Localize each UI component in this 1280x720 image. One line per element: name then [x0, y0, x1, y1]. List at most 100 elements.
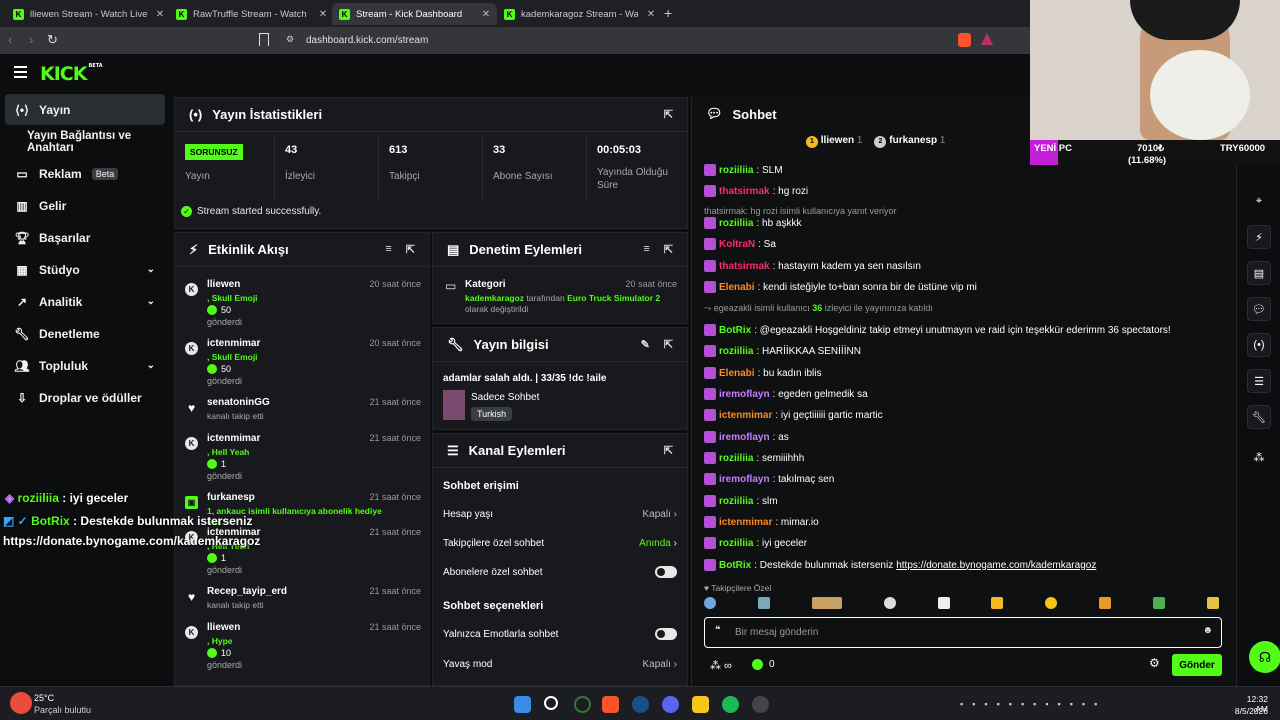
send-button[interactable]: Gönder [1172, 654, 1222, 676]
close-tab-icon[interactable]: ✕ [644, 9, 658, 20]
account-age-row[interactable]: Hesap yaşı Kapalı › [443, 504, 677, 524]
chat-username[interactable]: iremoflayn [719, 432, 770, 443]
browser-tab-active[interactable]: K Stream - Kick Dashboard ✕ [332, 3, 497, 25]
chat-username[interactable]: thatsirmak [719, 261, 770, 272]
brave-shield-icon[interactable] [958, 33, 971, 47]
chat-username[interactable]: roziiliia [719, 218, 753, 229]
layout-icon[interactable]: ☰ [1247, 369, 1271, 393]
chat-username[interactable]: ictenmimar [719, 410, 772, 421]
chat-username[interactable]: iremoflayn [719, 389, 770, 400]
system-tray[interactable]: ▪▪▪▪▪▪▪▪▪▪▪▪ [960, 699, 1106, 709]
users-icon[interactable]: ⁂ [1247, 445, 1271, 469]
chat-username[interactable]: thatsirmak [719, 186, 770, 197]
chat-username[interactable]: BotRix [719, 325, 751, 336]
sidebar-item-ads[interactable]: ▭ Reklam Beta [5, 158, 165, 189]
chat-username[interactable]: BotRix [719, 560, 751, 571]
sidebar-item-studio[interactable]: ▦ Stüdyo ⌄ [5, 254, 165, 285]
forward-icon[interactable]: › [29, 32, 33, 47]
brave-icon[interactable] [602, 696, 619, 713]
chat-username[interactable]: iremoflayn [719, 474, 770, 485]
emote-icon[interactable] [991, 597, 1004, 609]
emote-icon[interactable] [757, 597, 770, 609]
chat-username[interactable]: roziiliia [719, 346, 753, 357]
steam-icon[interactable] [632, 696, 649, 713]
emote-icon[interactable] [704, 597, 716, 609]
sidebar-item-moderation[interactable]: 🔧︎ Denetleme [5, 318, 165, 349]
popout-icon[interactable]: ⇱ [664, 108, 673, 121]
badge-icon [704, 452, 716, 464]
document-icon[interactable]: ▤ [1247, 261, 1271, 285]
popout-icon[interactable]: ⇱ [664, 444, 673, 457]
emote-icon[interactable] [1206, 597, 1219, 609]
sidebar-item-analytics[interactable]: ↗ Analitik ⌄ [5, 286, 165, 317]
search-icon[interactable] [544, 696, 558, 710]
chat-username[interactable]: KoltraN [719, 239, 755, 250]
close-tab-icon[interactable]: ✕ [316, 9, 330, 20]
new-tab-icon[interactable]: + [664, 5, 672, 21]
chat-username[interactable]: roziiliia [719, 496, 753, 507]
filter-icon[interactable]: ≡ [643, 243, 649, 256]
sidebar-item-revenue[interactable]: ▥ Gelir [5, 190, 165, 221]
browser-tab[interactable]: Kkademkaragoz Stream - Watch Li✕ [497, 3, 662, 25]
popout-icon[interactable]: ⇱ [664, 338, 673, 351]
chat-username[interactable]: Elenabi [719, 282, 755, 293]
url-field[interactable]: ⚙ dashboard.kick.com/stream [278, 31, 998, 50]
sidebar-item-community[interactable]: 👥︎ Topluluk ⌄ [5, 350, 165, 381]
edit-icon[interactable]: ✎ [641, 338, 650, 351]
chat-settings-icon[interactable]: ⚙ [1149, 656, 1160, 670]
slow-mode-row[interactable]: Yavaş mod Kapalı › [443, 654, 677, 674]
chat-input[interactable]: ❝ Bir mesaj gönderin ☻ [704, 617, 1222, 648]
points-display[interactable]: 0 [752, 659, 775, 670]
close-tab-icon[interactable]: ✕ [153, 9, 167, 20]
bolt-icon[interactable]: ⚡︎ [1247, 225, 1271, 249]
support-icon[interactable]: ☊ [1249, 641, 1280, 673]
spotify-icon[interactable] [722, 696, 739, 713]
back-icon[interactable]: ‹ [8, 32, 12, 47]
emote-icon[interactable] [937, 597, 950, 609]
menu-icon[interactable] [14, 66, 27, 68]
browser-tab[interactable]: Klliewen Stream - Watch Live on K✕ [6, 3, 171, 25]
sidebar-item-stream-key[interactable]: Yayın Bağlantısı ve Anahtarı [5, 126, 165, 157]
grid-icon[interactable]: ⌖ [1247, 189, 1271, 213]
right-toolbar: ⌖ ⚡︎ ▤ 💬︎ (•) ☰ 🔧︎ ⁂ ☊ [1236, 165, 1280, 686]
emote-icon[interactable] [1099, 597, 1112, 609]
windows-start-icon[interactable] [514, 696, 531, 713]
kick-logo[interactable]: KICK BETA [40, 63, 103, 85]
popout-icon[interactable]: ⇱ [406, 243, 415, 256]
browser-tab[interactable]: KRawTruffle Stream - Watch Live o✕ [169, 3, 334, 25]
chat-icon[interactable]: 💬︎ [1247, 297, 1271, 321]
bookmark-icon[interactable] [259, 33, 269, 46]
emote-icon[interactable] [883, 597, 896, 609]
emote-icon[interactable] [1153, 597, 1165, 609]
sidebar-item-stream[interactable]: ⟨•⟩ Yayın [5, 94, 165, 125]
app-icon[interactable] [574, 696, 591, 713]
chat-username[interactable]: Elenabi [719, 368, 755, 379]
reload-icon[interactable]: ↻ [47, 32, 58, 48]
chat-username[interactable]: roziiliia [719, 453, 753, 464]
rewards-icon[interactable] [981, 33, 993, 45]
followers-only-row[interactable]: Takipçilere özel sohbet Anında › [443, 533, 677, 553]
discord-icon[interactable] [662, 696, 679, 713]
chat-text: : bu kadın iblis [757, 367, 822, 379]
sidebar-item-achievements[interactable]: 🏆︎ Başarılar [5, 222, 165, 253]
chat-username[interactable]: roziiliia [719, 165, 753, 176]
emote-icon[interactable] [1045, 597, 1058, 609]
emoji-icon[interactable]: ☻ [1202, 625, 1213, 636]
chat-username[interactable]: ictenmimar [719, 517, 772, 528]
webcam-overlay: YENİ PC 7010₺ (11.68%) TRY60000 [1030, 0, 1280, 165]
sidebar-item-drops[interactable]: ⇩ Droplar ve ödüller [5, 382, 165, 413]
wrench-icon[interactable]: 🔧︎ [1247, 405, 1271, 429]
obs-icon[interactable] [752, 696, 769, 713]
emote-only-toggle[interactable] [655, 628, 677, 640]
chat-link[interactable]: https://donate.bynogame.com/kademkaragoz [896, 560, 1096, 571]
chat-username[interactable]: roziiliia [719, 538, 753, 549]
popout-icon[interactable]: ⇱ [664, 243, 673, 256]
file-explorer-icon[interactable] [692, 696, 709, 713]
broadcast-icon[interactable]: (•) [1247, 333, 1271, 357]
emote-icon[interactable] [811, 597, 842, 609]
site-info-icon[interactable]: ⚙ [286, 34, 294, 45]
subs-only-toggle[interactable] [655, 566, 677, 578]
filter-icon[interactable]: ≡ [385, 243, 391, 256]
close-tab-icon[interactable]: ✕ [479, 9, 493, 20]
chat-users-icon[interactable]: ⁂ ∞ [710, 659, 732, 672]
